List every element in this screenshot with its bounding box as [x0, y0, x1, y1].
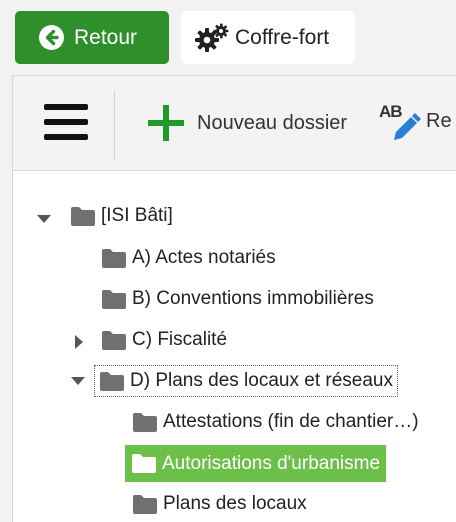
tree-item-label: A) Actes notariés: [132, 247, 276, 268]
folder-icon: [101, 248, 127, 269]
tree-item-plans-locaux-reseaux[interactable]: D) Plans des locaux et réseaux: [94, 365, 398, 397]
new-folder-button[interactable]: Nouveau dossier: [147, 104, 347, 142]
folder-icon: [101, 289, 127, 310]
folder-icon: [99, 371, 125, 392]
tree-root-label: [ISI Bâti]: [101, 205, 173, 226]
tree-item-autorisations[interactable]: Autorisations d'urbanisme: [125, 445, 387, 482]
tree-item-plans-locaux[interactable]: Plans des locaux: [132, 489, 307, 519]
plus-icon: [147, 104, 185, 142]
rename-pencil-icon: AB: [378, 100, 422, 142]
tree-item-actes[interactable]: A) Actes notariés: [101, 243, 276, 273]
tree-item-label: D) Plans des locaux et réseaux: [130, 370, 393, 391]
rename-label: Re: [426, 109, 452, 132]
back-button[interactable]: Retour: [15, 11, 169, 64]
folder-icon: [132, 494, 158, 515]
tree-item-label: B) Conventions immobilières: [132, 288, 374, 309]
arrow-left-circle-icon: [39, 25, 64, 50]
tree-item-attestations[interactable]: Attestations (fin de chantier…): [132, 407, 419, 437]
tree-item-label: Plans des locaux: [163, 493, 307, 514]
toolbar-divider: [114, 90, 115, 160]
hamburger-icon[interactable]: [44, 104, 88, 141]
gears-icon: [195, 23, 229, 53]
folder-open-icon: [131, 453, 157, 474]
caret-down-icon[interactable]: [70, 374, 86, 393]
tree-item-conventions[interactable]: B) Conventions immobilières: [101, 284, 374, 314]
back-button-label: Retour: [74, 25, 138, 49]
caret-down-icon[interactable]: [36, 210, 52, 224]
toolbar: Nouveau dossier AB Re: [13, 76, 456, 171]
folder-icon: [132, 412, 158, 433]
folder-icon: [101, 330, 127, 351]
file-explorer-panel: Nouveau dossier AB Re [ISI Bâti] A) Acte…: [12, 75, 456, 522]
vault-button-label: Coffre-fort: [235, 25, 330, 49]
tree-item-label: C) Fiscalité: [132, 329, 228, 350]
tree-root[interactable]: [ISI Bâti]: [36, 201, 173, 231]
new-folder-label: Nouveau dossier: [197, 111, 348, 134]
folder-icon: [70, 206, 96, 227]
rename-button[interactable]: AB Re: [378, 100, 452, 142]
vault-button[interactable]: Coffre-fort: [181, 11, 355, 64]
tree-item-fiscalite[interactable]: C) Fiscalité: [69, 325, 227, 355]
tree-item-label: Autorisations d'urbanisme: [162, 452, 381, 474]
caret-right-icon[interactable]: [71, 333, 87, 349]
tree-item-label: Attestations (fin de chantier…): [163, 411, 419, 432]
